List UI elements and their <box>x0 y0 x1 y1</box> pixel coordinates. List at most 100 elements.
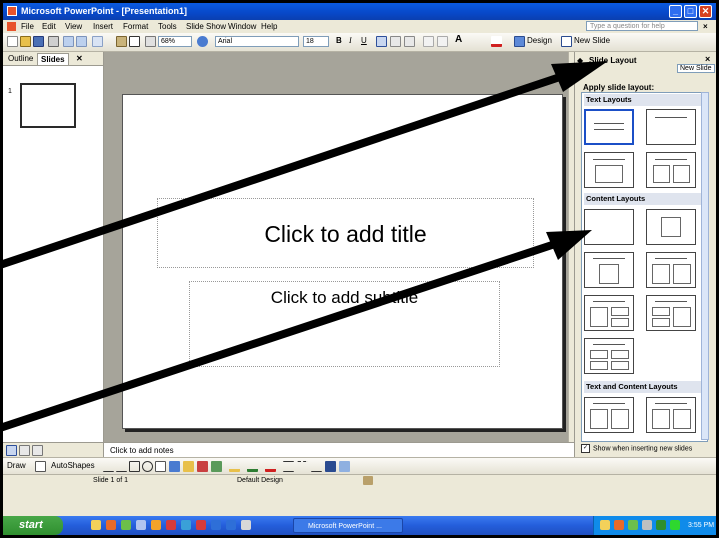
title-bar[interactable]: Microsoft PowerPoint - [Presentation1] _… <box>3 3 716 20</box>
copy-icon[interactable] <box>76 36 87 47</box>
italic-button[interactable]: I <box>349 36 352 45</box>
save-icon[interactable] <box>33 36 44 47</box>
layout-title-content-text[interactable] <box>646 397 696 433</box>
new-icon[interactable] <box>7 36 18 47</box>
font-color-draw-icon[interactable] <box>265 461 276 472</box>
layout-content[interactable] <box>646 209 696 245</box>
draw-menu-button[interactable]: Draw <box>7 461 26 470</box>
layout-title-slide[interactable] <box>584 109 634 145</box>
tray-icon-1[interactable] <box>600 520 610 530</box>
zoom-select[interactable]: 68% <box>158 36 192 47</box>
numbering-icon[interactable] <box>423 36 434 47</box>
start-button[interactable]: start <box>3 516 63 535</box>
autoshapes-button[interactable]: AutoShapes <box>51 461 95 470</box>
bullets-icon[interactable] <box>437 36 448 47</box>
pane-close-icon[interactable]: ✕ <box>73 53 86 65</box>
quick-launch-icon-2[interactable] <box>106 520 116 530</box>
layout-title-two-content[interactable] <box>646 252 696 288</box>
fill-color-icon[interactable] <box>229 461 240 472</box>
font-select[interactable]: Arial <box>215 36 299 47</box>
menu-tools[interactable]: Tools <box>158 22 177 31</box>
gallery-scrollbar[interactable] <box>701 92 709 440</box>
clip-art-icon[interactable] <box>197 461 208 472</box>
dash-style-icon[interactable] <box>297 461 308 472</box>
increase-font-size-icon[interactable]: A <box>455 34 462 45</box>
close-button[interactable]: ✕ <box>699 5 712 18</box>
quick-launch-icon-7[interactable] <box>181 520 191 530</box>
normal-view-icon[interactable] <box>6 445 17 456</box>
maximize-button[interactable]: □ <box>684 5 697 18</box>
new-slide-link[interactable]: New Slide <box>677 64 715 73</box>
help-icon[interactable] <box>197 36 208 47</box>
tray-icon-5[interactable] <box>656 520 666 530</box>
menu-help[interactable]: Help <box>261 22 277 31</box>
layout-two-column-text[interactable] <box>646 152 696 188</box>
insert-table-icon[interactable] <box>129 36 140 47</box>
quick-launch-icon-5[interactable] <box>151 520 161 530</box>
align-left-icon[interactable] <box>376 36 387 47</box>
new-slide-icon[interactable] <box>561 36 572 47</box>
help-search-input[interactable]: Type a question for help <box>586 21 698 31</box>
menu-view[interactable]: View <box>65 22 82 31</box>
diagram-icon[interactable] <box>183 461 194 472</box>
menu-close-icon[interactable]: × <box>703 22 708 31</box>
quick-launch-icon-11[interactable] <box>241 520 251 530</box>
tray-icon-4[interactable] <box>642 520 652 530</box>
align-center-icon[interactable] <box>390 36 401 47</box>
tray-icon-3[interactable] <box>628 520 638 530</box>
font-size-select[interactable]: 18 <box>303 36 329 47</box>
volume-icon[interactable] <box>670 520 680 530</box>
layout-title-four-content[interactable] <box>584 338 634 374</box>
slide-thumbnail[interactable] <box>20 83 76 128</box>
tab-outline[interactable]: Outline <box>5 53 36 65</box>
tray-icon-2[interactable] <box>614 520 624 530</box>
show-when-inserting-option[interactable]: ✓ Show when inserting new slides <box>581 444 692 453</box>
arrow-icon[interactable] <box>116 461 127 472</box>
rectangle-icon[interactable] <box>129 461 140 472</box>
back-icon[interactable]: ◆ <box>577 56 583 65</box>
font-color-icon[interactable] <box>491 36 502 47</box>
layout-title-content-two[interactable] <box>584 295 634 331</box>
layout-title-two-content-and[interactable] <box>646 295 696 331</box>
3d-icon[interactable] <box>339 461 350 472</box>
cut-icon[interactable] <box>63 36 74 47</box>
insert-chart-icon[interactable] <box>116 36 127 47</box>
quick-launch-icon-8[interactable] <box>196 520 206 530</box>
layout-title-and-content[interactable] <box>584 252 634 288</box>
quick-launch-icon-10[interactable] <box>226 520 236 530</box>
title-placeholder[interactable]: Click to add title <box>157 198 534 268</box>
task-pane-close-icon[interactable]: × <box>705 54 710 64</box>
line-style-icon[interactable] <box>283 461 294 472</box>
tab-slides[interactable]: Slides <box>37 53 69 65</box>
wordart-icon[interactable] <box>169 461 180 472</box>
menu-slide-show[interactable]: Slide Show <box>186 22 226 31</box>
shadow-icon[interactable] <box>325 461 336 472</box>
menu-edit[interactable]: Edit <box>42 22 56 31</box>
layout-title-text-content[interactable] <box>584 397 634 433</box>
quick-launch-icon-1[interactable] <box>91 520 101 530</box>
line-icon[interactable] <box>103 461 114 472</box>
quick-launch-icon-4[interactable] <box>136 520 146 530</box>
notes-pane[interactable]: Click to add notes <box>104 442 574 457</box>
undo-icon[interactable] <box>92 36 103 47</box>
quick-launch-icon-6[interactable] <box>166 520 176 530</box>
design-icon[interactable] <box>514 36 525 47</box>
new-slide-button[interactable]: New Slide <box>574 36 610 45</box>
layout-title-only[interactable] <box>646 109 696 145</box>
select-objects-icon[interactable] <box>35 461 46 472</box>
picture-icon[interactable] <box>211 461 222 472</box>
document-icon[interactable] <box>7 22 16 31</box>
align-right-icon[interactable] <box>404 36 415 47</box>
design-button[interactable]: Design <box>527 36 552 45</box>
arrow-style-icon[interactable] <box>311 461 322 472</box>
slide-sorter-view-icon[interactable] <box>19 445 30 456</box>
oval-icon[interactable] <box>142 461 153 472</box>
subtitle-placeholder[interactable]: Click to add subtitle <box>189 281 500 367</box>
quick-launch-icon-3[interactable] <box>121 520 131 530</box>
line-color-icon[interactable] <box>247 461 258 472</box>
open-icon[interactable] <box>20 36 31 47</box>
menu-file[interactable]: File <box>21 22 34 31</box>
quick-launch-icon-9[interactable] <box>211 520 221 530</box>
taskbar-powerpoint-item[interactable]: Microsoft PowerPoint ... <box>293 518 403 533</box>
grid-icon[interactable] <box>145 36 156 47</box>
